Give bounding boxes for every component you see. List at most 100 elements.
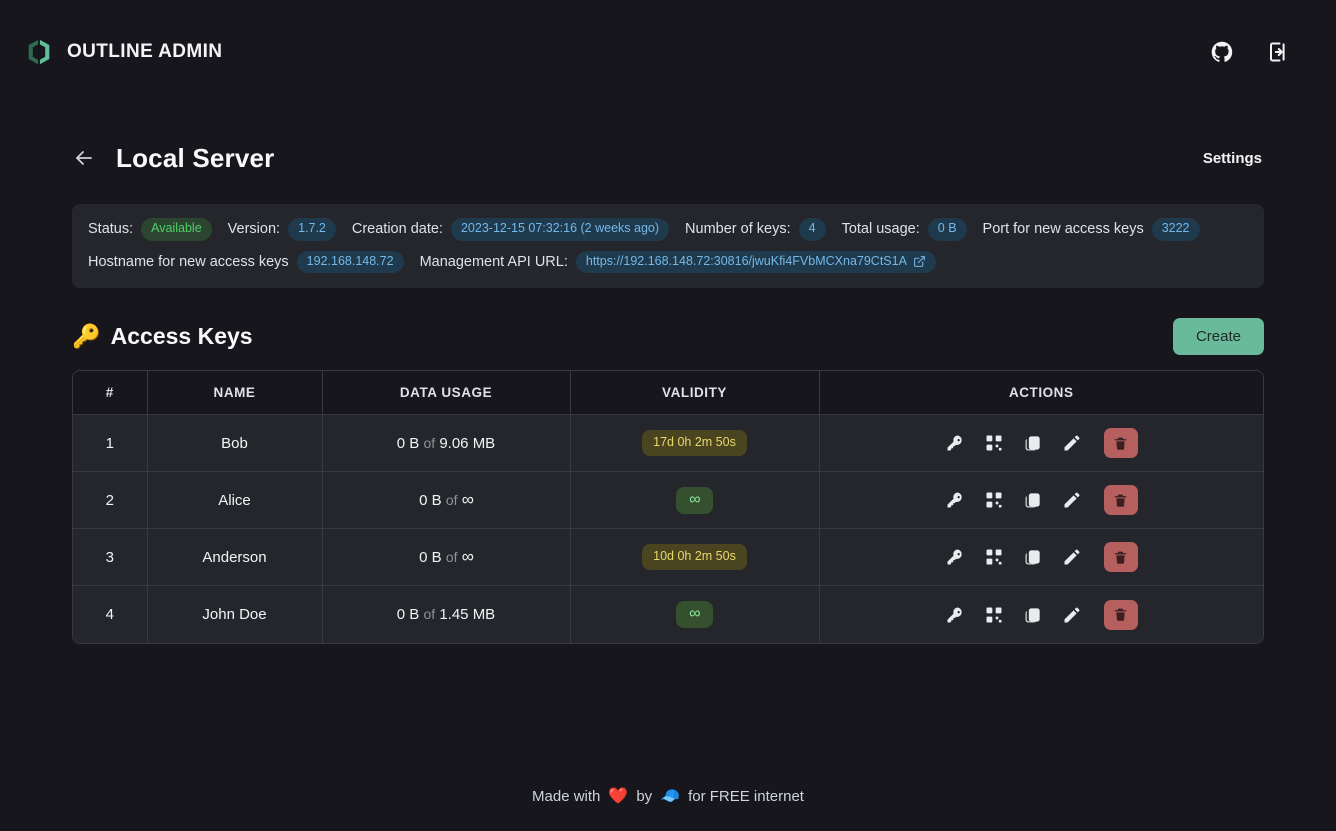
cell-name: Bob: [147, 414, 323, 473]
page-title: Local Server: [116, 142, 275, 173]
version-value: 1.7.2: [288, 218, 336, 241]
row-actions: [820, 485, 1264, 516]
delete-button[interactable]: [1103, 485, 1138, 516]
number-of-keys-item: Number of keys: 4: [685, 218, 826, 241]
version-item: Version: 1.7.2: [228, 218, 336, 241]
hostname-item: Hostname for new access keys 192.168.148…: [88, 250, 404, 274]
hostname-label: Hostname for new access keys: [88, 253, 289, 270]
copy-icon[interactable]: [1023, 547, 1043, 567]
col-header-validity: VALIDITY: [570, 371, 820, 416]
creation-date-item: Creation date: 2023-12-15 07:32:16 (2 we…: [351, 218, 670, 241]
copy-icon[interactable]: [1023, 490, 1043, 510]
usage-of: of: [423, 606, 436, 622]
access-keys-table: # NAME DATA USAGE VALIDITY ACTIONS 1 Bob 0…: [73, 371, 1263, 643]
cap-icon: 🧢: [660, 788, 681, 805]
creation-date-label: Creation date:: [351, 221, 443, 238]
cell-index: 4: [73, 585, 148, 643]
copy-icon[interactable]: [1023, 605, 1043, 625]
api-url-item: Management API URL: https://192.168.148.…: [419, 250, 936, 274]
api-url-label: Management API URL:: [419, 253, 568, 270]
status-badge: Available: [141, 218, 212, 241]
cell-data-usage: 0 B of ∞: [322, 471, 571, 530]
usage-used: 0 B: [419, 492, 442, 510]
col-header-index: #: [73, 371, 148, 416]
total-usage-value: 0 B: [927, 218, 967, 241]
cell-actions: [819, 471, 1264, 530]
qrcode-icon[interactable]: [984, 547, 1004, 567]
usage-used: 0 B: [396, 606, 420, 623]
col-header-usage: DATA USAGE: [322, 371, 571, 416]
edit-pencil-icon[interactable]: [1062, 605, 1082, 625]
usage-of: of: [423, 434, 436, 451]
cell-validity: ∞: [570, 585, 820, 643]
cell-data-usage: 0 B of ∞: [322, 528, 571, 587]
version-label: Version:: [227, 221, 281, 238]
key-icon[interactable]: [945, 547, 965, 567]
port-value[interactable]: 3222: [1151, 218, 1200, 241]
qrcode-icon[interactable]: [984, 605, 1004, 625]
status-label: Status:: [88, 221, 134, 238]
edit-pencil-icon[interactable]: [1062, 490, 1082, 510]
server-info-card: Status: Available Version: 1.7.2 Creatio…: [72, 204, 1264, 289]
settings-link[interactable]: Settings: [1203, 150, 1264, 167]
cell-name: John Doe: [147, 585, 323, 643]
usage-of: of: [445, 549, 458, 566]
page-header: Local Server Settings: [72, 134, 1264, 182]
usage-used: 0 B: [396, 434, 420, 452]
footer-by: by: [636, 787, 653, 805]
heart-icon: ❤️: [608, 788, 629, 805]
key-icon[interactable]: [945, 490, 965, 510]
server-info-row-2: Hostname for new access keys 192.168.148…: [88, 250, 1248, 274]
page-container: Local Server Settings Status: Available …: [72, 134, 1264, 644]
qrcode-icon[interactable]: [984, 433, 1004, 453]
create-button[interactable]: Create: [1172, 317, 1264, 355]
hostname-value[interactable]: 192.168.148.72: [296, 250, 404, 274]
edit-pencil-icon[interactable]: [1062, 433, 1082, 453]
cell-actions: [819, 585, 1264, 643]
creation-date-value: 2023-12-15 07:32:16 (2 weeks ago): [450, 218, 670, 241]
github-icon[interactable]: [1210, 40, 1234, 64]
usage-total: 9.06 MB: [439, 434, 496, 452]
row-actions: [820, 599, 1264, 630]
table-header-row: # NAME DATA USAGE VALIDITY ACTIONS: [73, 371, 1263, 416]
table-row: 2 Alice 0 B of ∞ ∞: [73, 471, 1264, 530]
brand-title: OUTLINE ADMIN: [67, 41, 223, 62]
footer: Made with ❤️ by 🧢 for FREE internet: [0, 786, 1336, 806]
top-navbar: OUTLINE ADMIN: [0, 0, 1336, 104]
delete-button[interactable]: [1103, 542, 1138, 573]
validity-badge: 17d 0h 2m 50s: [642, 430, 747, 457]
number-of-keys-value: 4: [798, 218, 826, 241]
delete-button[interactable]: [1103, 599, 1138, 630]
delete-button[interactable]: [1103, 428, 1138, 459]
key-icon[interactable]: [945, 605, 965, 625]
number-of-keys-label: Number of keys:: [685, 221, 791, 238]
usage-total: ∞: [461, 547, 474, 567]
key-emoji-icon: 🔑: [72, 322, 101, 349]
total-usage-label: Total usage:: [841, 221, 920, 238]
table-body: 1 Bob 0 B of 9.06 MB 17d 0h 2m 50s 2 Alice 0 B…: [73, 414, 1264, 643]
key-icon[interactable]: [945, 433, 965, 453]
table-row: 4 John Doe 0 B of 1.45 MB ∞: [73, 585, 1264, 643]
access-keys-table-wrapper: # NAME DATA USAGE VALIDITY ACTIONS 1 Bob 0…: [72, 370, 1264, 644]
edit-pencil-icon[interactable]: [1062, 547, 1082, 567]
total-usage-item: Total usage: 0 B: [842, 218, 967, 241]
access-keys-title: Access Keys: [110, 322, 253, 349]
api-url-value[interactable]: https://192.168.148.72:30816/jwuKfi4FVbM…: [575, 250, 936, 274]
cell-index: 1: [73, 414, 148, 473]
qrcode-icon[interactable]: [984, 490, 1004, 510]
table-head: # NAME DATA USAGE VALIDITY ACTIONS: [73, 371, 1263, 416]
cell-name: Alice: [147, 471, 323, 530]
row-actions: [820, 428, 1264, 459]
cell-actions: [819, 528, 1263, 587]
footer-made-with: Made with: [532, 787, 601, 805]
cell-validity: 17d 0h 2m 50s: [570, 414, 820, 473]
logout-icon[interactable]: [1266, 40, 1290, 64]
server-info-row-1: Status: Available Version: 1.7.2 Creatio…: [88, 218, 1248, 241]
copy-icon[interactable]: [1023, 433, 1043, 453]
brand[interactable]: OUTLINE ADMIN: [24, 37, 222, 67]
col-header-actions: ACTIONS: [819, 371, 1263, 416]
arrow-left-icon[interactable]: [72, 146, 96, 170]
access-keys-header: 🔑 Access Keys Create: [72, 314, 1264, 358]
validity-badge: ∞: [676, 486, 713, 514]
api-url-text: https://192.168.148.72:30816/jwuKfi4FVbM…: [585, 253, 907, 268]
